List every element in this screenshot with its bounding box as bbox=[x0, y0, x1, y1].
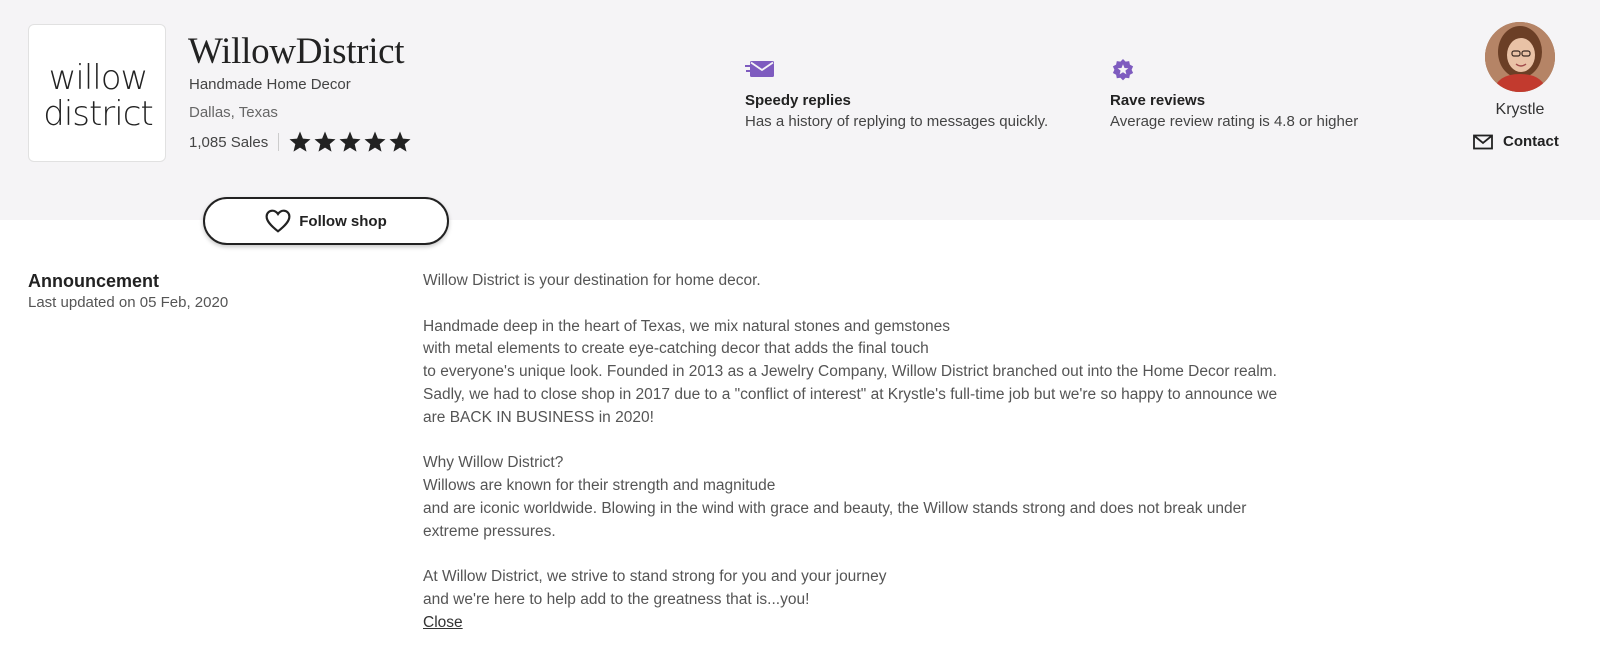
avatar[interactable] bbox=[1485, 22, 1555, 92]
close-announcement-link[interactable]: Close bbox=[423, 614, 463, 631]
envelope-icon bbox=[1473, 134, 1493, 149]
follow-shop-label: Follow shop bbox=[299, 212, 387, 230]
announcement-line: are BACK IN BUSINESS in 2020! bbox=[423, 408, 654, 426]
announcement-line: At Willow District, we strive to stand s… bbox=[423, 568, 887, 586]
speedy-replies-badge: Speedy replies Has a history of replying… bbox=[745, 58, 1048, 130]
star-icon bbox=[389, 131, 411, 152]
sales-rating-row: 1,085 Sales bbox=[189, 129, 412, 155]
announcement-line: Willow District is your destination for … bbox=[423, 272, 761, 289]
announcement-line: to everyone's unique look. Founded in 20… bbox=[423, 363, 1277, 381]
envelope-fast-icon bbox=[745, 61, 774, 77]
shop-tagline: Handmade Home Decor bbox=[189, 76, 351, 93]
star-icon bbox=[314, 131, 336, 152]
star-icon bbox=[289, 131, 311, 152]
announcement-body: Willow District is your destination for … bbox=[423, 270, 1543, 635]
divider bbox=[278, 133, 280, 151]
announcement-line: and are iconic worldwide. Blowing in the… bbox=[423, 499, 1247, 517]
owner-name[interactable]: Krystle bbox=[1470, 101, 1570, 119]
badge-title: Rave reviews bbox=[1110, 92, 1206, 109]
rating-stars[interactable] bbox=[288, 130, 412, 154]
contact-button[interactable]: Contact bbox=[1473, 133, 1559, 150]
badge-description: Average review rating is 4.8 or higher bbox=[1110, 113, 1359, 130]
logo-text-bottom: district bbox=[43, 94, 153, 134]
contact-label: Contact bbox=[1503, 133, 1559, 150]
star-badge-icon bbox=[1112, 59, 1134, 81]
star-icon bbox=[364, 131, 386, 152]
announcement-line: extreme pressures. bbox=[423, 522, 556, 540]
announcement-heading: Announcement bbox=[28, 271, 160, 291]
announcement-line: Why Willow District? bbox=[423, 454, 564, 472]
shop-location: Dallas, Texas bbox=[189, 104, 278, 121]
announcement-line: Sadly, we had to close shop in 2017 due … bbox=[423, 385, 1278, 403]
shop-name[interactable]: WillowDistrict bbox=[188, 30, 405, 73]
shop-logo[interactable]: willow district bbox=[28, 24, 166, 162]
announcement-line: Handmade deep in the heart of Texas, we … bbox=[423, 317, 951, 335]
sales-count[interactable]: 1,085 Sales bbox=[189, 134, 268, 151]
star-icon bbox=[339, 131, 361, 152]
heart-icon bbox=[265, 209, 291, 233]
follow-shop-button[interactable]: Follow shop bbox=[203, 197, 449, 245]
shop-owner: Krystle bbox=[1470, 22, 1570, 119]
announcement-line: Willows are known for their strength and… bbox=[423, 477, 776, 495]
logo-text-top: willow bbox=[49, 58, 148, 98]
rave-reviews-badge: Rave reviews Average review rating is 4.… bbox=[1110, 58, 1358, 130]
announcement-line: with metal elements to create eye-catchi… bbox=[423, 340, 929, 358]
announcement-updated: Last updated on 05 Feb, 2020 bbox=[28, 294, 229, 311]
badge-title: Speedy replies bbox=[745, 92, 851, 109]
badge-description: Has a history of replying to messages qu… bbox=[745, 113, 1049, 130]
announcement-line: and we're here to help add to the greatn… bbox=[423, 591, 810, 609]
